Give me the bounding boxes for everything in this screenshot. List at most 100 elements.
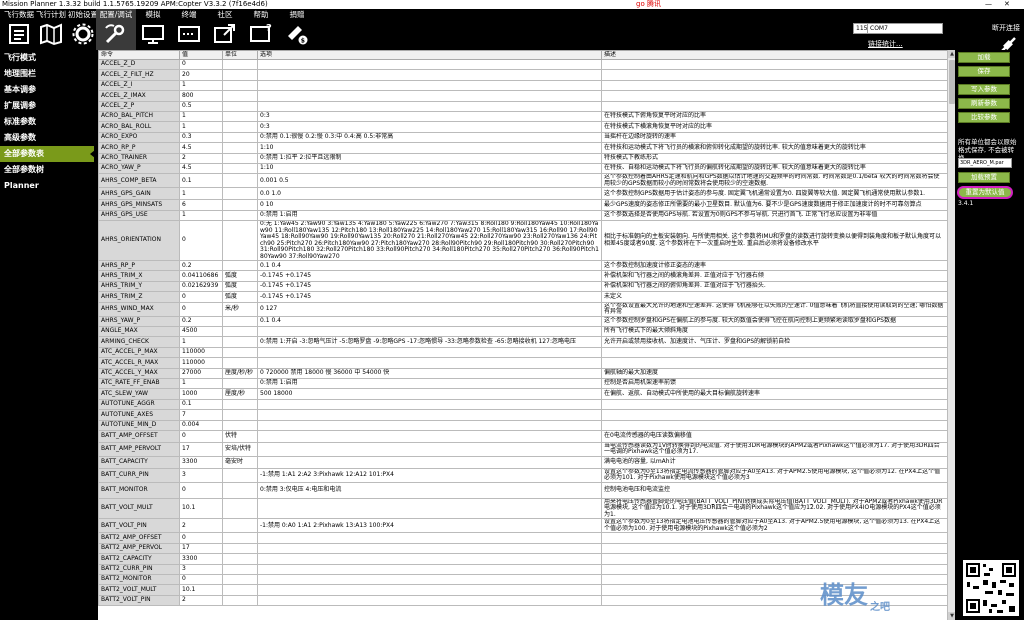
table-row[interactable]: AHRS_TRIM_X 0.04110686 弧度 -0.1745 +0.1745 补偿… [98, 270, 947, 282]
param-value-cell[interactable]: 0 [179, 532, 223, 544]
table-row[interactable]: BATT_CURR_PIN 3 -1:禁用 1:A1 2:A2 3:Pixhawk … [98, 467, 947, 483]
param-value-cell[interactable]: 1 [179, 79, 223, 92]
param-value-cell[interactable]: 1 [179, 187, 223, 201]
param-value-cell[interactable]: 6 [179, 199, 223, 211]
param-value-cell[interactable]: 17 [179, 441, 223, 457]
param-value-cell[interactable]: 0.004 [179, 419, 223, 431]
table-row[interactable]: ACCEL_Z_IMAX 800 [98, 90, 947, 102]
port-select[interactable]: COM7 [867, 23, 943, 34]
param-value-cell[interactable]: 27000 [179, 367, 223, 380]
preset-select[interactable]: 3DR_AERO_M.par [958, 158, 1012, 168]
param-value-cell[interactable]: 1 [179, 121, 223, 133]
table-row[interactable]: ACCEL_Z_FILT_HZ 20 [98, 69, 947, 81]
param-value-cell[interactable]: 0.1 [179, 398, 223, 411]
table-row[interactable]: AHRS_TRIM_Y 0.02162939 弧度 -0.1745 +0.1745 补偿… [98, 280, 947, 293]
param-value-cell[interactable]: 1 [179, 110, 223, 123]
param-value-cell[interactable]: 0.02162939 [179, 280, 223, 293]
param-value-cell[interactable]: 2 [179, 152, 223, 164]
param-value-cell[interactable]: 0.2 [179, 315, 223, 328]
param-value-cell[interactable]: 0 [179, 301, 223, 317]
table-row[interactable]: ACRO_RP_P 4.5 1:10 在特技和运动模式下将飞行员的横滚和俯仰转化成期望… [98, 142, 947, 154]
sidebar-item[interactable]: 高级参数 [0, 130, 94, 146]
table-row[interactable]: AUTOTUNE_AXES 7 [98, 409, 947, 421]
param-value-cell[interactable]: 0.1 [179, 173, 223, 189]
sidebar-item[interactable]: 地理围栏 [0, 66, 94, 82]
table-row[interactable]: BATT2_AMP_OFFSET 0 [98, 532, 947, 544]
param-value-cell[interactable]: 4.5 [179, 162, 223, 175]
param-value-cell[interactable]: 1 [179, 209, 223, 222]
close-button[interactable]: ✕ [1004, 0, 1010, 9]
param-value-cell[interactable]: 1000 [179, 388, 223, 400]
menu-community[interactable]: 社区 [206, 9, 244, 50]
table-row[interactable]: AHRS_GPS_GAIN 1 0.0 1.0 这个参数控制GPS数据用于估计姿态的参… [98, 187, 947, 201]
table-row[interactable]: ATC_SLEW_YAW 1000 厘度/秒 500 18000 在偏航、返航、自动模式… [98, 388, 947, 400]
titlebar-ad[interactable]: go 腾讯 [636, 0, 661, 9]
param-value-cell[interactable]: 20 [179, 69, 223, 81]
column-header-description[interactable]: 描述 [601, 50, 947, 60]
param-value-cell[interactable]: 17 [179, 542, 223, 555]
table-row[interactable]: BATT_VOLT_PIN 2 -1:禁用 0:A0 1:A1 2:Pixhawk … [98, 518, 947, 534]
table-row[interactable]: ARMING_CHECK 1 0:禁用 1:开启 -3:忽略气压计 -5:忽略罗盘 … [98, 336, 947, 348]
table-row[interactable]: BATT2_CAPACITY 3300 [98, 553, 947, 565]
param-value-cell[interactable]: 0 [179, 573, 223, 586]
save-button[interactable]: 保存 [958, 66, 1010, 77]
table-row[interactable]: ACRO_EXPO 0.3 0:禁用 0.1:很慢 0.2:慢 0.3:中 0.4:… [98, 131, 947, 144]
refresh-params-button[interactable]: 刷新参数 [958, 98, 1010, 109]
param-value-cell[interactable]: 3 [179, 467, 223, 483]
link-stats-link[interactable]: 链接统计... [868, 39, 903, 49]
reset-default-button[interactable]: 重置为默认值 [957, 186, 1013, 199]
load-preset-button[interactable]: 加载预置 [958, 172, 1010, 183]
param-value-cell[interactable]: 0.2 [179, 260, 223, 272]
param-value-cell[interactable]: 2 [179, 594, 223, 607]
param-value-cell[interactable]: 0 [179, 58, 223, 71]
table-row[interactable]: ACCEL_Z_D 0 [98, 58, 947, 71]
param-value-cell[interactable]: 110000 [179, 346, 223, 359]
table-row[interactable]: BATT_VOLT_MULT 10.1 用来将电压传感器管脚处的电压值(BATT_V… [98, 497, 947, 520]
param-value-cell[interactable]: 3 [179, 563, 223, 576]
table-row[interactable]: AHRS_YAW_P 0.2 0.1 0.4 这个参数控制罗盘和GPS在偏航上的参与度… [98, 315, 947, 328]
param-value-cell[interactable]: 2 [179, 518, 223, 534]
menu-config-tuning[interactable]: 配置/调试 [96, 9, 136, 50]
table-row[interactable]: AHRS_TRIM_Z 0 弧度 -0.1745 +0.1745 未定义 [98, 291, 947, 303]
param-value-cell[interactable]: 3300 [179, 553, 223, 565]
sidebar-item[interactable]: 扩展调参 [0, 98, 94, 114]
param-value-cell[interactable]: 7 [179, 409, 223, 421]
menu-simulation[interactable]: 模拟 [134, 9, 172, 50]
param-value-cell[interactable]: 3300 [179, 455, 223, 469]
table-row[interactable]: AHRS_COMP_BETA 0.1 0.001 0.5 这个参数控制着由AHRS定速… [98, 173, 947, 189]
sidebar-item[interactable]: 全部参数树 [0, 162, 94, 178]
compare-params-button[interactable]: 比较参数 [958, 112, 1010, 123]
param-value-cell[interactable]: 800 [179, 90, 223, 102]
table-row[interactable]: AUTOTUNE_MIN_D 0.004 [98, 419, 947, 431]
table-row[interactable]: AHRS_RP_P 0.2 0.1 0.4 这个参数控制加速度计修正姿态的速率 [98, 260, 947, 272]
table-row[interactable]: ACRO_TRAINER 2 0:禁用 1:拉平 2:拉平且远限制 特技模式下教练形式 [98, 152, 947, 164]
sidebar-item[interactable]: Planner [0, 178, 94, 194]
table-row[interactable]: ATC_RATE_FF_ENAB 1 0:禁用 1:启用 控制是否启用机架速率前馈 [98, 377, 947, 390]
table-row[interactable]: ATC_ACCEL_Y_MAX 27000 厘度/秒/秒 0 720000 禁用 18… [98, 367, 947, 380]
column-header-units[interactable]: 单位 [222, 50, 258, 60]
table-row[interactable]: AHRS_GPS_USE 1 0:禁用 1:启用 这个参数选择是否使用GPS导航. 若… [98, 209, 947, 222]
sidebar-item[interactable]: 全部参数表 [0, 146, 95, 162]
param-value-cell[interactable]: 4.5 [179, 142, 223, 154]
table-row[interactable]: AHRS_GPS_MINSATS 6 0 10 最少GPS速度的姿态修正所需要的最小卫… [98, 199, 947, 211]
column-header-command[interactable]: 命令 [98, 50, 180, 60]
param-value-cell[interactable]: 0.04110686 [179, 270, 223, 282]
sidebar-item[interactable]: 基本调参 [0, 82, 94, 98]
param-value-cell[interactable]: 1 [179, 377, 223, 390]
table-row[interactable]: ACRO_BAL_PITCH 1 0:3 在特技模式下俯角恢复平时对应的比率 [98, 110, 947, 123]
menu-terminal[interactable]: 终端 [170, 9, 208, 50]
param-value-cell[interactable]: 0 [179, 429, 223, 443]
table-row[interactable]: BATT2_AMP_PERVOL 17 [98, 542, 947, 555]
table-row[interactable]: BATT2_CURR_PIN 3 [98, 563, 947, 576]
column-header-options[interactable]: 选项 [257, 50, 602, 60]
minimize-button[interactable]: — [985, 0, 992, 9]
table-row[interactable]: ACCEL_Z_P 0.5 [98, 100, 947, 112]
table-row[interactable]: AHRS_ORIENTATION 0 0:无 1:Yaw45 2:Yaw90 3:Y… [98, 220, 947, 262]
table-scrollbar[interactable]: ▲ ▼ [947, 50, 956, 620]
table-row[interactable]: ANGLE_MAX 4500 所有飞行模式下的最大倾斜角度 [98, 326, 947, 338]
table-row[interactable]: AUTOTUNE_AGGR 0.1 [98, 398, 947, 411]
sidebar-item[interactable]: 标准参数 [0, 114, 94, 130]
table-row[interactable]: ATC_ACCEL_P_MAX 110000 [98, 346, 947, 359]
param-value-cell[interactable]: 10.1 [179, 584, 223, 596]
menu-donate[interactable]: 捐赠 $ [278, 9, 316, 50]
